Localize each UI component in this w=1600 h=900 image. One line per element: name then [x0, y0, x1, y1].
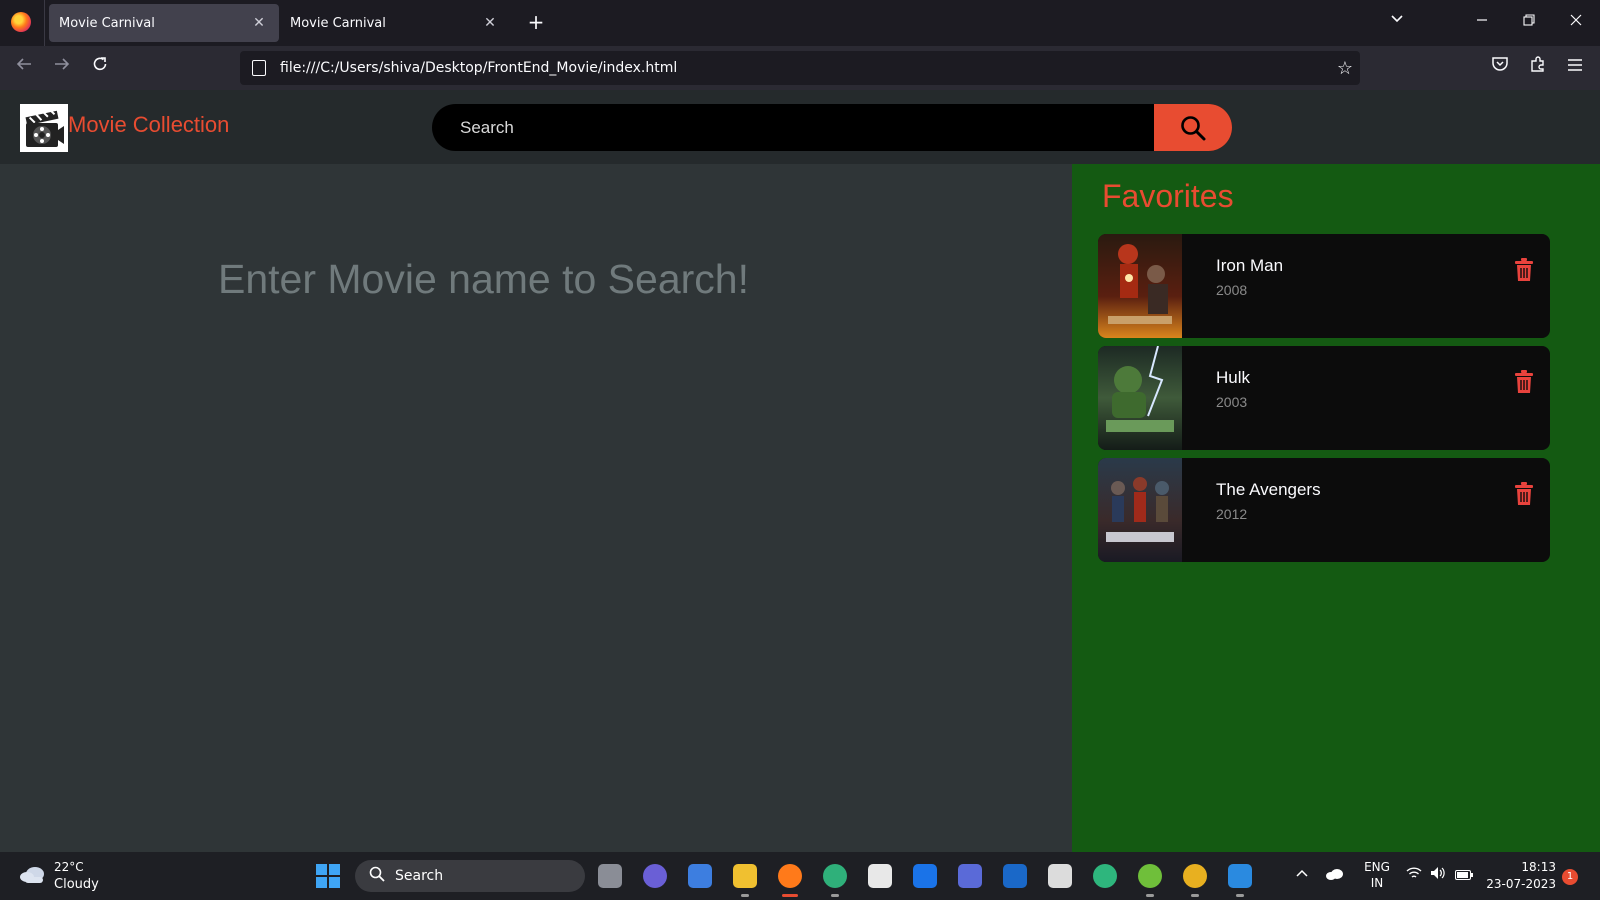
- amazon-icon[interactable]: [868, 864, 892, 888]
- delete-trash-icon[interactable]: [1514, 258, 1534, 282]
- store-icon[interactable]: [688, 864, 712, 888]
- address-url[interactable]: file:///C:/Users/shiva/Desktop/FrontEnd_…: [280, 60, 1330, 76]
- volume-icon[interactable]: [1428, 866, 1448, 886]
- search-results-area: Enter Movie name to Search!: [0, 164, 1072, 852]
- tab-separator: [44, 0, 45, 46]
- search-button[interactable]: [1154, 104, 1232, 151]
- browser-nav-bar: file:///C:/Users/shiva/Desktop/FrontEnd_…: [0, 46, 1600, 90]
- favorite-card[interactable]: Hulk 2003: [1098, 346, 1550, 450]
- favorites-panel: Favorites Iron Man 2008 Hulk 2003 The Av…: [1072, 164, 1600, 852]
- active-app-indicator: [782, 894, 798, 897]
- close-tab-icon[interactable]: ✕: [480, 13, 500, 33]
- web-page: Movie Collection Enter Movie name to Sea…: [0, 90, 1600, 852]
- firefox-icon[interactable]: [11, 12, 31, 32]
- site-header: Movie Collection: [0, 90, 1600, 164]
- notification-badge[interactable]: 1: [1562, 869, 1578, 885]
- new-tab-button[interactable]: +: [522, 10, 550, 36]
- edge-icon[interactable]: [823, 864, 847, 888]
- onedrive-cloud-icon[interactable]: [1325, 866, 1345, 886]
- weather-temperature: 22°C: [54, 860, 84, 874]
- reload-icon[interactable]: [86, 54, 114, 82]
- site-brand[interactable]: Movie Collection: [68, 112, 229, 138]
- running-indicator: [831, 894, 839, 897]
- delete-trash-icon[interactable]: [1514, 370, 1534, 394]
- running-indicator: [741, 894, 749, 897]
- movie-search-bar: [432, 104, 1232, 151]
- favorite-movie-title: The Avengers: [1216, 480, 1321, 499]
- restore-icon[interactable]: [1514, 10, 1544, 34]
- avengers-poster-icon: [1098, 458, 1182, 562]
- dropbox-icon[interactable]: [913, 864, 937, 888]
- language-indicator[interactable]: ENG: [1360, 860, 1394, 874]
- windows-start-icon[interactable]: [316, 864, 340, 888]
- firefox-taskbar-icon[interactable]: [778, 864, 802, 888]
- utorrent-icon[interactable]: [1138, 864, 1162, 888]
- pocket-icon[interactable]: [1486, 54, 1514, 82]
- wifi-icon[interactable]: [1404, 866, 1424, 886]
- region-indicator[interactable]: IN: [1360, 876, 1394, 890]
- file-explorer-icon[interactable]: [733, 864, 757, 888]
- list-all-tabs-icon[interactable]: [1382, 10, 1412, 34]
- cloud-weather-icon[interactable]: [19, 865, 47, 883]
- favorite-movie-title: Iron Man: [1216, 256, 1284, 275]
- browser-tab-inactive[interactable]: Movie Carnival ✕: [280, 4, 510, 42]
- address-bar[interactable]: file:///C:/Users/shiva/Desktop/FrontEnd_…: [240, 51, 1360, 85]
- browser-tab-bar: Movie Carnival ✕ Movie Carnival ✕ +: [0, 0, 1600, 46]
- browser-tab-active[interactable]: Movie Carnival ✕: [49, 4, 279, 42]
- chevron-up-icon[interactable]: [1292, 866, 1312, 886]
- running-indicator: [1146, 894, 1154, 897]
- taskbar-search[interactable]: Search: [355, 860, 585, 892]
- media-player-icon[interactable]: [958, 864, 982, 888]
- hulk-poster-icon: [1098, 346, 1182, 450]
- notepad-icon[interactable]: [1048, 864, 1072, 888]
- favorite-card[interactable]: Iron Man 2008: [1098, 234, 1550, 338]
- running-indicator: [1236, 894, 1244, 897]
- favorite-movie-year: 2003: [1216, 394, 1248, 410]
- outlook-icon[interactable]: [1003, 864, 1027, 888]
- favorite-movie-title: Hulk: [1216, 368, 1251, 387]
- clock-date[interactable]: 23-07-2023: [1486, 877, 1556, 891]
- movie-search-input[interactable]: [432, 104, 1154, 151]
- taskbar-search-label: Search: [395, 868, 444, 884]
- empty-state-prompt: Enter Movie name to Search!: [218, 256, 749, 302]
- delete-trash-icon[interactable]: [1514, 482, 1534, 506]
- forward-arrow-icon[interactable]: [48, 54, 76, 82]
- iron-man-poster-icon: [1098, 234, 1182, 338]
- favorite-movie-year: 2008: [1216, 282, 1248, 298]
- running-indicator: [1191, 894, 1199, 897]
- close-tab-icon[interactable]: ✕: [249, 13, 269, 33]
- minimize-icon[interactable]: [1467, 10, 1497, 34]
- search-icon: [369, 866, 385, 886]
- bookmark-star-icon[interactable]: ☆: [1330, 58, 1360, 79]
- extensions-icon[interactable]: [1524, 54, 1552, 82]
- tab-title: Movie Carnival: [59, 15, 155, 31]
- slack-icon[interactable]: [1093, 864, 1117, 888]
- menu-hamburger-icon[interactable]: [1561, 54, 1589, 82]
- movie-reel-logo-icon[interactable]: [20, 104, 68, 152]
- favorites-title: Favorites: [1102, 178, 1234, 214]
- weather-condition: Cloudy: [54, 877, 99, 892]
- vscode-icon[interactable]: [1228, 864, 1252, 888]
- tab-title: Movie Carnival: [290, 15, 386, 31]
- search-icon: [1181, 115, 1206, 140]
- battery-icon[interactable]: [1454, 866, 1474, 886]
- task-view-icon[interactable]: [598, 864, 622, 888]
- clock-time[interactable]: 18:13: [1486, 860, 1556, 874]
- favorite-card[interactable]: The Avengers 2012: [1098, 458, 1550, 562]
- teams-chat-icon[interactable]: [643, 864, 667, 888]
- chrome-icon[interactable]: [1183, 864, 1207, 888]
- back-arrow-icon[interactable]: [10, 54, 38, 82]
- close-window-icon[interactable]: [1561, 10, 1591, 34]
- favorite-movie-year: 2012: [1216, 506, 1248, 522]
- page-icon: [252, 60, 266, 76]
- windows-taskbar: 22°C Cloudy Search ENG IN 18:13 23-07-20…: [0, 852, 1600, 900]
